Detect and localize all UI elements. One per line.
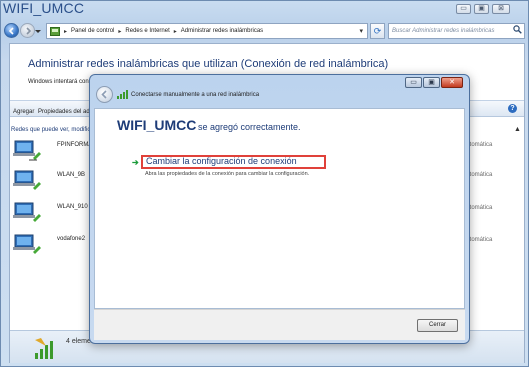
- dialog-minimize-button[interactable]: ▭: [405, 77, 422, 88]
- back-arrow-icon: [8, 27, 14, 35]
- success-message: se agregó correctamente.: [198, 122, 301, 132]
- address-bar[interactable]: ▸ Panel de control ▸ Redes e Internet ▸ …: [46, 23, 368, 39]
- network-name: vodafone2: [57, 236, 86, 242]
- green-arrow-icon: ➔: [132, 158, 139, 167]
- dialog-footer: [94, 309, 465, 340]
- add-button[interactable]: Agregar: [13, 109, 34, 115]
- control-panel-icon: [50, 26, 60, 36]
- window-title: WIFI_UMCC: [3, 0, 85, 16]
- refresh-button[interactable]: ⟳: [370, 23, 385, 39]
- network-item[interactable]: vodafone2: [11, 232, 91, 262]
- address-dropdown-icon[interactable]: ▾: [359, 27, 363, 35]
- page-heading: Administrar redes inalámbricas que utili…: [28, 58, 389, 70]
- search-icon: [513, 25, 522, 34]
- wireless-network-icon: [13, 234, 41, 254]
- scroll-up-arrow-icon[interactable]: ▲: [514, 126, 521, 133]
- wireless-network-icon: [117, 90, 128, 99]
- forward-button[interactable]: [20, 23, 35, 38]
- breadcrumb-manage-wireless[interactable]: Administrar redes inalámbricas: [181, 28, 263, 34]
- back-button[interactable]: [4, 23, 19, 38]
- breadcrumb-separator: ▸: [118, 28, 122, 35]
- dialog-heading: WIFI_UMCC se agregó correctamente.: [117, 117, 301, 133]
- forward-arrow-icon: [26, 27, 32, 35]
- wireless-network-icon: [13, 202, 41, 222]
- change-connection-settings-link[interactable]: Cambiar la configuración de conexión: [146, 156, 297, 166]
- help-button[interactable]: ?: [508, 104, 517, 113]
- breadcrumb-separator: ▸: [64, 28, 68, 35]
- network-item[interactable]: FPINFORMATICA: [11, 138, 106, 168]
- close-button[interactable]: Cerrar: [417, 319, 458, 332]
- back-arrow-icon: [101, 90, 107, 99]
- wireless-network-icon: [13, 140, 41, 161]
- dialog-close-button[interactable]: ✕: [441, 77, 463, 88]
- close-window-button[interactable]: ⊠: [492, 4, 510, 14]
- network-name: WLAN_910: [57, 204, 88, 210]
- dialog-title: Conectarse manualmente a una red inalámb…: [131, 92, 260, 98]
- breadcrumb-control-panel[interactable]: Panel de control: [71, 28, 114, 34]
- change-connection-settings-description: Abra las propiedades de la conexión para…: [145, 171, 310, 177]
- maximize-button[interactable]: ▣: [474, 4, 489, 14]
- dialog-maximize-button[interactable]: ▣: [423, 77, 440, 88]
- dialog-back-button[interactable]: [96, 86, 113, 103]
- recent-pages-dropdown-icon[interactable]: [35, 29, 41, 34]
- minimize-button[interactable]: ▭: [456, 4, 471, 14]
- dialog-body: [94, 108, 465, 309]
- network-name: WIFI_UMCC: [117, 117, 197, 133]
- breadcrumb-network-internet[interactable]: Redes e Internet: [125, 28, 169, 34]
- network-item[interactable]: WLAN_9B: [11, 168, 91, 198]
- network-name: WLAN_9B: [57, 172, 86, 178]
- search-input[interactable]: Buscar Administrar redes inalámbricas: [388, 23, 525, 39]
- search-placeholder: Buscar Administrar redes inalámbricas: [392, 28, 495, 34]
- wireless-network-icon: [13, 170, 41, 190]
- wireless-signal-icon: [35, 338, 53, 359]
- refresh-icon: ⟳: [373, 26, 382, 36]
- breadcrumb-separator: ▸: [173, 28, 177, 35]
- network-item[interactable]: WLAN_910: [11, 200, 91, 230]
